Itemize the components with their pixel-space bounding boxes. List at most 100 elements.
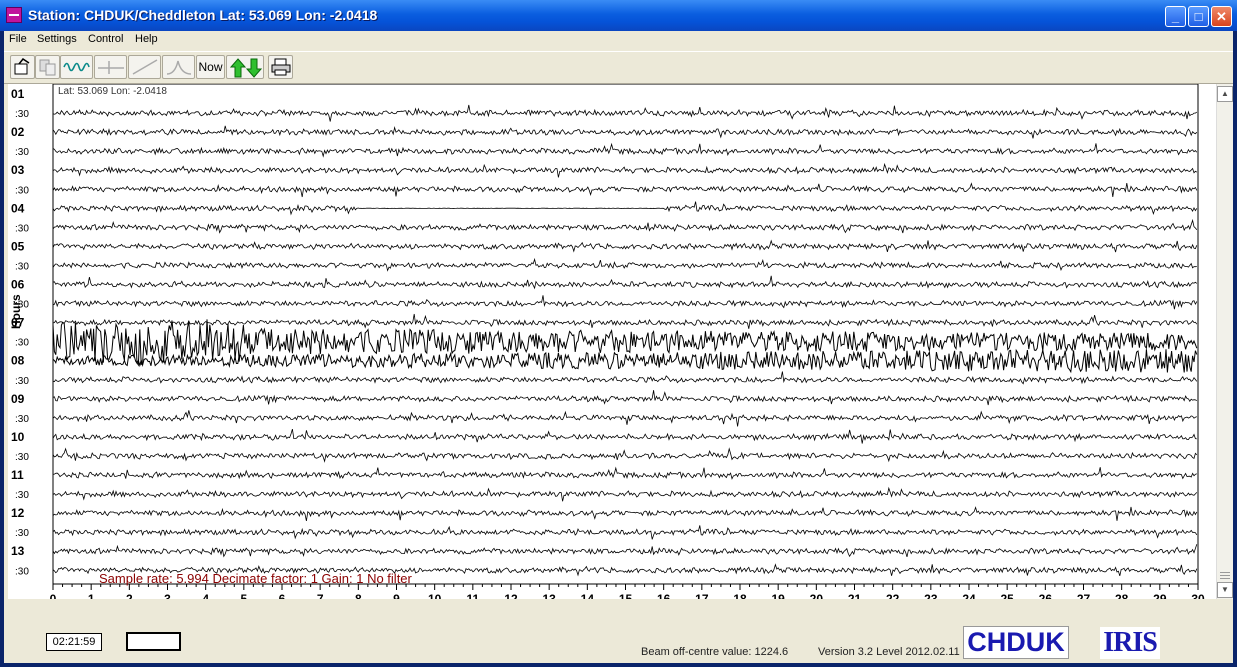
plot-latlon: Lat: 53.069 Lon: -2.0418 [58, 86, 167, 97]
filter-button[interactable] [162, 55, 195, 79]
x-tick-label: 2 [126, 592, 133, 599]
row-label: :30 [15, 109, 29, 120]
x-tick-label: 6 [279, 592, 286, 599]
seismic-trace [52, 182, 1198, 198]
menu-control[interactable]: Control [88, 33, 123, 45]
scroll-grip[interactable] [1220, 572, 1230, 580]
row-label: 08 [11, 354, 25, 368]
spike-icon [98, 61, 124, 74]
row-label: :30 [15, 223, 29, 234]
menu-help[interactable]: Help [135, 33, 158, 45]
x-tick-label: 8 [355, 592, 362, 599]
row-label: :30 [15, 414, 29, 425]
x-tick-label: 11 [466, 592, 479, 599]
seismic-trace [52, 544, 1198, 558]
x-tick-label: 5 [240, 592, 247, 599]
row-label: :30 [15, 376, 29, 387]
x-tick-label: 12 [504, 592, 518, 599]
version-text: Version 3.2 Level 2012.02.11 [818, 646, 960, 658]
app-window: Station: CHDUK/Cheddleton Lat: 53.069 Lo… [0, 0, 1237, 667]
maximize-button[interactable]: □ [1188, 6, 1209, 27]
open-file-button[interactable] [10, 55, 35, 79]
row-label: 04 [11, 201, 25, 215]
now-button[interactable]: Now [196, 55, 225, 79]
seismic-trace [52, 125, 1198, 139]
x-tick-label: 19 [771, 592, 785, 599]
x-tick-label: 3 [164, 592, 171, 599]
ramp-button[interactable] [128, 55, 161, 79]
toolbar: Now [4, 51, 1233, 84]
scroll-down-icon: ▼ [1221, 585, 1229, 594]
beam-offset-text: Beam off-centre value: 1224.6 [641, 646, 789, 658]
app-icon[interactable] [6, 7, 22, 23]
open-file-icon [14, 58, 30, 75]
row-label: 10 [11, 430, 25, 444]
scroll-down-button[interactable]: ▼ [1217, 582, 1233, 598]
print-button[interactable] [268, 55, 293, 79]
x-tick-label: 17 [695, 592, 709, 599]
spike-button[interactable] [94, 55, 127, 79]
x-tick-label: 25 [1000, 592, 1014, 599]
x-tick-label: 1 [88, 592, 95, 599]
helicorder-svg: 01:30 02:30 03:30 04:30 05:30 06:30 0 7:30 08:30… [9, 83, 1205, 620]
seismic-trace [52, 295, 1198, 310]
up-down-arrows-icon [229, 58, 263, 78]
menu-file[interactable]: File [9, 33, 27, 45]
trace-view-button[interactable] [60, 55, 93, 79]
window-title: Station: CHDUK/Cheddleton Lat: 53.069 Lo… [28, 7, 378, 23]
copy-icon [39, 59, 56, 76]
seismic-trace [52, 257, 1197, 272]
iris-logo: IRIS [1100, 627, 1160, 659]
seismic-trace [52, 371, 1198, 385]
plot-frame [52, 83, 1199, 585]
seismic-trace [52, 239, 1198, 253]
seismic-trace [52, 390, 1197, 406]
scroll-up-icon: ▲ [1221, 89, 1229, 98]
title-bar[interactable]: Station: CHDUK/Cheddleton Lat: 53.069 Lo… [0, 0, 1237, 31]
time-display: 02:21:59 [46, 633, 102, 651]
x-tick-label: 26 [1039, 592, 1053, 599]
minimize-icon: _ [1171, 9, 1180, 24]
x-tick-label: 7 [317, 592, 324, 599]
x-tick-label: 18 [733, 592, 747, 599]
y-axis-title: Hours [9, 294, 23, 329]
copy-button[interactable] [35, 55, 60, 79]
x-tick-label: 24 [962, 592, 976, 599]
station-logo: CHDUK [963, 626, 1069, 659]
scroll-up-button[interactable]: ▲ [1217, 86, 1233, 102]
seismic-trace [52, 486, 1198, 502]
maximize-icon: □ [1194, 9, 1203, 24]
seismic-trace [52, 275, 1198, 290]
x-tick-label: 16 [657, 592, 671, 599]
x-tick-label: 22 [886, 592, 900, 599]
x-tick-label: 29 [1153, 592, 1167, 599]
menu-settings[interactable]: Settings [37, 33, 77, 45]
x-tick-label: 30 [1191, 592, 1205, 599]
row-label: 01 [11, 87, 25, 101]
row-label: 03 [11, 163, 25, 177]
row-label: :30 [15, 566, 29, 577]
seismic-trace [52, 466, 1197, 480]
x-tick-label: 21 [848, 592, 862, 599]
menu-bar: File Settings Control Help [4, 31, 1233, 49]
seismic-trace [52, 201, 1198, 216]
filter-curve-icon [166, 60, 192, 75]
plot-info-text: Sample rate: 5.994 Decimate factor: 1 Ga… [99, 571, 413, 586]
vertical-scrollbar[interactable]: ▲ ▼ [1216, 84, 1233, 599]
row-label: :30 [15, 528, 29, 539]
scroll-arrows-button[interactable] [226, 55, 264, 79]
close-button[interactable]: ✕ [1211, 6, 1232, 27]
waveform-icon [63, 62, 90, 72]
row-label: :30 [15, 261, 29, 272]
minimize-button[interactable]: _ [1165, 6, 1186, 27]
seismic-trace [52, 428, 1197, 444]
seismic-trace [52, 218, 1198, 234]
printer-icon [271, 58, 291, 76]
helicorder-plot[interactable]: 01:30 02:30 03:30 04:30 05:30 06:30 0 7:30 08:30… [8, 83, 1216, 620]
seismic-trace [52, 410, 1197, 427]
x-tick-label: 13 [542, 592, 556, 599]
blank-status-box [126, 632, 181, 651]
ramp-icon [132, 59, 158, 75]
seismic-trace [52, 348, 1198, 374]
row-label: 05 [11, 239, 25, 253]
